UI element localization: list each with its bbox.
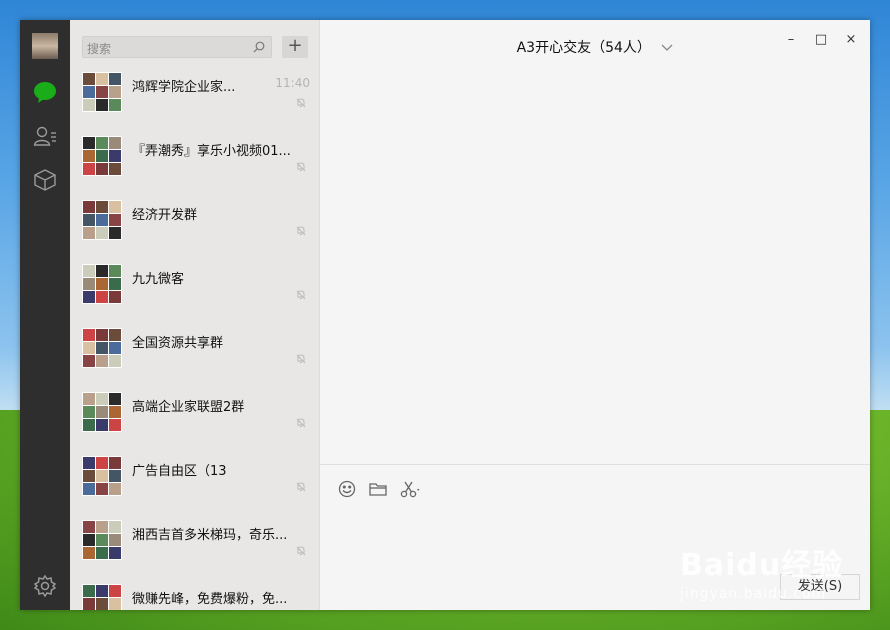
chat-list-item[interactable]: 全国资源共享群 xyxy=(70,328,319,392)
chat-name: 九九微客 xyxy=(132,272,185,287)
chat-name: 经济开发群 xyxy=(132,208,198,223)
chat-name: 微赚先峰，免费爆粉，免... xyxy=(132,592,288,607)
group-avatar xyxy=(82,136,122,176)
contacts-icon[interactable] xyxy=(33,124,57,148)
muted-bell-icon xyxy=(296,354,306,364)
muted-bell-icon xyxy=(296,546,306,556)
title-bar: A3开心交友（54人） – □ × xyxy=(320,20,870,70)
group-avatar xyxy=(82,200,122,240)
favorites-box-icon[interactable] xyxy=(33,168,57,192)
search-input[interactable]: 搜索 xyxy=(82,36,272,58)
group-avatar xyxy=(82,456,122,496)
chat-list-panel: 搜索 + 鸿辉学院企业家... 11:40 『弄潮秀』享乐小视频01... 经济开发群… xyxy=(70,20,320,610)
group-avatar xyxy=(82,264,122,304)
chat-list-item[interactable]: 九九微客 xyxy=(70,264,319,328)
chat-name: 鸿辉学院企业家... xyxy=(132,80,236,95)
chat-name: 湘西吉首多米梯玛，奇乐... xyxy=(132,528,288,543)
left-icon-bar xyxy=(20,20,70,610)
muted-bell-icon xyxy=(296,162,306,172)
search-icon xyxy=(253,41,265,53)
emoji-icon[interactable] xyxy=(338,480,356,498)
muted-bell-icon xyxy=(296,226,306,236)
chat-name: 『弄潮秀』享乐小视频01... xyxy=(132,144,291,159)
add-chat-button[interactable]: + xyxy=(282,36,308,58)
chevron-down-icon[interactable] xyxy=(661,44,673,52)
search-placeholder: 搜索 xyxy=(87,42,112,56)
muted-bell-icon xyxy=(296,482,306,492)
maximize-button[interactable]: □ xyxy=(814,32,828,47)
watermark-brand: Baidu经验 xyxy=(680,548,844,583)
group-avatar xyxy=(82,584,122,610)
chat-time: 11:40 xyxy=(275,76,310,90)
muted-bell-icon xyxy=(296,418,306,428)
group-avatar xyxy=(82,328,122,368)
settings-gear-icon[interactable] xyxy=(33,574,57,598)
chat-list-item[interactable]: 经济开发群 xyxy=(70,200,319,264)
composer-divider xyxy=(320,464,870,465)
chat-name: 全国资源共享群 xyxy=(132,336,224,351)
chat-list-item[interactable]: 广告自由区（13 xyxy=(70,456,319,520)
baidu-jingyan-watermark: Baidu经验 jingyan.baidu.com xyxy=(680,540,843,602)
group-avatar xyxy=(82,520,122,560)
minimize-button[interactable]: – xyxy=(784,32,798,47)
muted-bell-icon xyxy=(296,98,306,108)
wechat-window: 搜索 + 鸿辉学院企业家... 11:40 『弄潮秀』享乐小视频01... 经济开发群… xyxy=(20,20,870,610)
group-avatar xyxy=(82,392,122,432)
chat-list-item[interactable]: 鸿辉学院企业家... 11:40 xyxy=(70,72,319,136)
chat-name: 广告自由区（13 xyxy=(132,464,227,479)
chat-name: 高端企业家联盟2群 xyxy=(132,400,245,415)
close-button[interactable]: × xyxy=(844,32,858,47)
chat-list-item[interactable]: 微赚先峰，免费爆粉，免... xyxy=(70,584,319,610)
watermark-url: jingyan.baidu.com xyxy=(680,586,827,602)
screenshot-scissors-icon[interactable] xyxy=(400,480,424,498)
group-avatar xyxy=(82,72,122,112)
chat-title-text: A3开心交友（54人） xyxy=(516,40,651,56)
chat-list-item[interactable]: 湘西吉首多米梯玛，奇乐... xyxy=(70,520,319,584)
chat-icon[interactable] xyxy=(33,80,57,104)
user-avatar[interactable] xyxy=(32,33,58,59)
chat-main-panel: A3开心交友（54人） – □ × 发送(S) xyxy=(320,20,870,610)
folder-icon[interactable] xyxy=(369,480,387,498)
chat-list-item[interactable]: 高端企业家联盟2群 xyxy=(70,392,319,456)
chat-list-item[interactable]: 『弄潮秀』享乐小视频01... xyxy=(70,136,319,200)
muted-bell-icon xyxy=(296,290,306,300)
